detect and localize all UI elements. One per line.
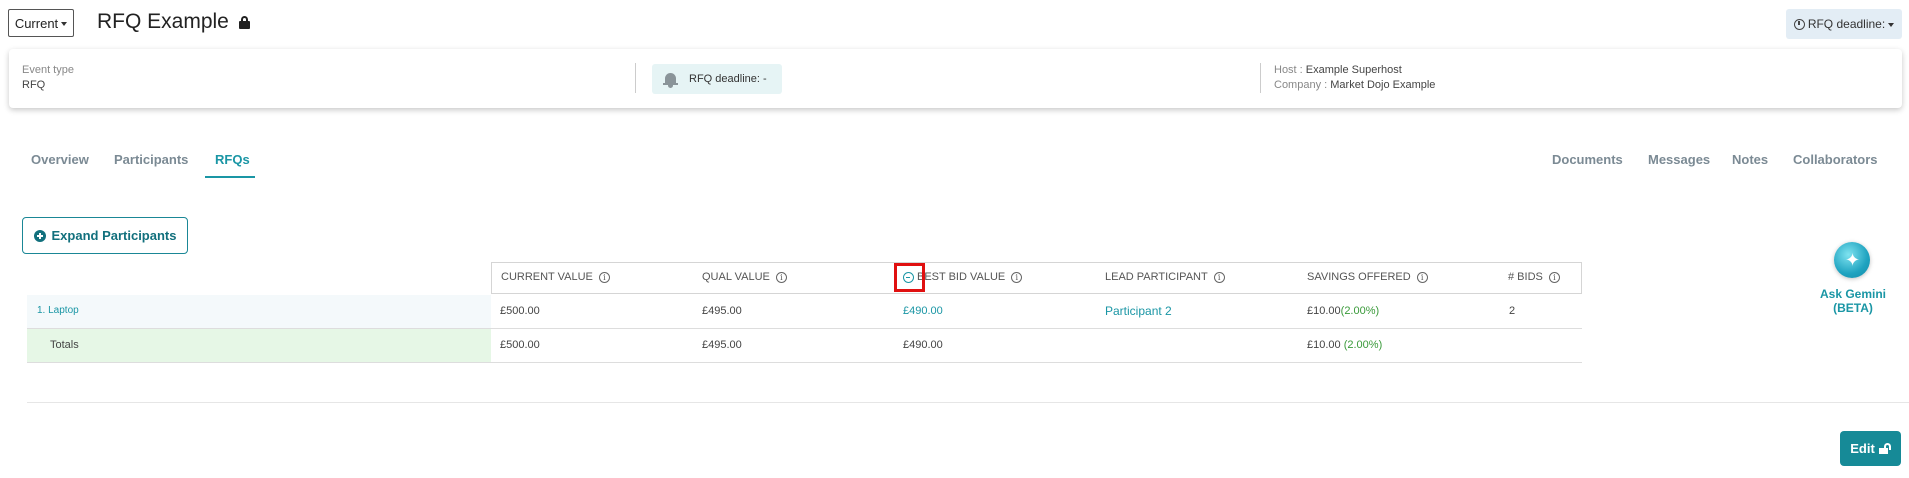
unlock-icon [1878,443,1891,454]
divider [635,63,636,93]
cell-qual-value: £495.00 [702,305,742,317]
savings-percent: (2.00%) [1340,305,1380,317]
section-divider [27,402,1909,403]
column-lead-participant[interactable]: LEAD PARTICIPANT i [1105,271,1225,283]
cell-current-value: £500.00 [500,305,540,317]
column-label: LEAD PARTICIPANT [1105,271,1208,283]
column-savings-offered[interactable]: SAVINGS OFFERED i [1307,271,1428,283]
version-select-value: Current [14,15,59,31]
column-label: # BIDS [1508,271,1543,283]
tab-overview[interactable]: Overview [31,152,89,167]
row-name-link[interactable]: 1. Laptop [37,305,79,316]
column-label: SAVINGS OFFERED [1307,271,1411,283]
edit-button-label: Edit [1850,441,1875,456]
tab-collaborators[interactable]: Collaborators [1793,152,1878,167]
column-bids[interactable]: # BIDS i [1508,271,1560,283]
column-qual-value[interactable]: QUAL VALUE i [702,271,787,283]
cell-bids: 2 [1509,305,1516,317]
active-tab-indicator [205,176,255,178]
clock-icon [1793,18,1805,30]
totals-qual-value: £495.00 [702,339,742,351]
column-best-bid-value[interactable]: BEST BID VALUE i [917,271,1023,283]
company-value: Market Dojo Example [1330,79,1436,91]
tab-rfqs[interactable]: RFQs [215,152,250,167]
info-icon[interactable]: i [598,271,610,283]
ask-gemini-label[interactable]: Ask Gemini (BETA) [1800,287,1906,315]
edit-button[interactable]: Edit [1840,431,1901,466]
gemini-sparkle-icon[interactable]: ✦ [1834,242,1870,278]
rfq-deadline-button-label: RFQ deadline: [1807,17,1886,31]
cell-lead-participant-link[interactable]: Participant 2 [1105,304,1172,318]
rfq-deadline-pill: RFQ deadline: - [652,64,782,94]
totals-current-value: £500.00 [500,339,540,351]
savings-percent: (2.00%) [1343,339,1383,351]
expand-participants-label: Expand Participants [51,228,177,243]
chevron-down-icon [61,21,68,26]
page-title-text: RFQ Example [97,10,229,33]
rfq-deadline-button[interactable]: RFQ deadline: [1786,9,1902,39]
event-type-value: RFQ [22,79,46,91]
column-label: BEST BID VALUE [917,271,1006,283]
info-icon[interactable]: i [1011,271,1023,283]
cell-best-bid-link[interactable]: £490.00 [903,305,943,317]
table-row [27,295,491,328]
cell-savings-offered: £10.00(2.00%) [1307,305,1379,317]
row-divider [27,362,1582,363]
host-value: Example Superhost [1305,64,1402,76]
event-type-label: Event type [22,64,74,76]
company-label: Company : [1274,79,1328,91]
version-select[interactable]: Current [8,9,74,37]
bell-icon [663,72,678,88]
column-current-value[interactable]: CURRENT VALUE i [501,271,610,283]
column-label: CURRENT VALUE [501,271,593,283]
savings-value: £10.00 [1307,305,1341,317]
tab-participants[interactable]: Participants [114,152,188,167]
rfq-deadline-pill-text: RFQ deadline: - [689,73,767,85]
totals-row [27,329,491,362]
totals-savings-offered: £10.00 (2.00%) [1307,339,1382,351]
host-label: Host : [1274,64,1303,76]
tab-notes[interactable]: Notes [1732,152,1768,167]
info-icon[interactable]: i [775,271,787,283]
savings-value: £10.00 [1307,339,1341,351]
totals-label: Totals [50,339,79,351]
page-title: RFQ Example [97,10,250,34]
column-label: QUAL VALUE [702,271,770,283]
tab-documents[interactable]: Documents [1552,152,1623,167]
info-icon[interactable]: i [1213,271,1225,283]
host-info: Host : Example Superhost Company : Marke… [1274,64,1435,91]
totals-best-bid-value: £490.00 [903,339,943,351]
info-icon[interactable]: i [1416,271,1428,283]
divider [1260,63,1261,93]
tab-messages[interactable]: Messages [1648,152,1710,167]
info-icon[interactable]: i [1548,271,1560,283]
expand-participants-button[interactable]: Expand Participants [22,217,188,254]
event-info-card: Event type RFQ Host : Example Superhost … [9,49,1902,108]
chevron-down-icon [1888,22,1895,27]
highlight-box [894,263,925,292]
plus-circle-icon [33,229,46,242]
lock-icon [238,15,250,29]
